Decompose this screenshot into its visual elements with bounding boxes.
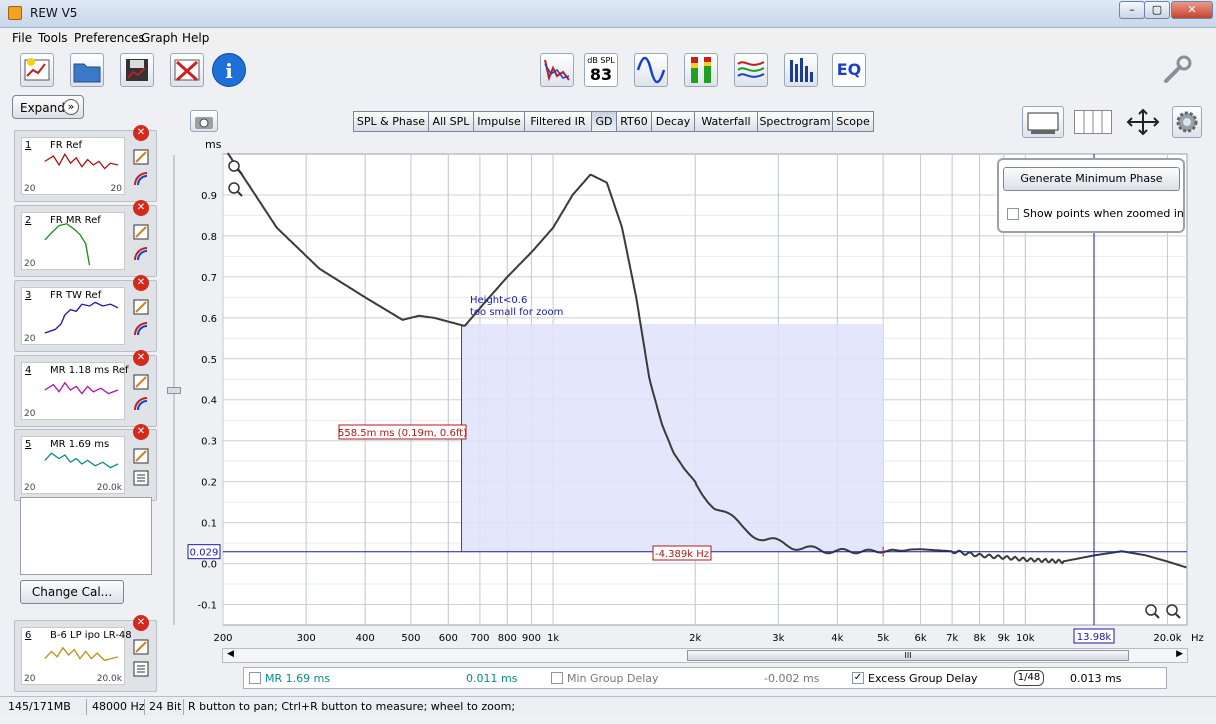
graph-controls-panel: Generate Minimum Phase Show points when … [997,158,1185,233]
x-tick-label: 9k [998,633,1010,644]
horizontal-scrollbar[interactable]: ◀ III ▶ [222,648,1188,663]
status-hint: R button to pan; Ctrl+R button to measur… [188,700,516,713]
scroll-thumb[interactable]: III [687,650,1129,661]
legend-excess-value: 0.013 ms [1070,672,1122,685]
x-tick-label: 500 [401,633,420,644]
x-tick-label: 900 [522,633,541,644]
show-points-checkbox[interactable] [1007,208,1019,220]
x-cursor-label: 13.98k [1077,632,1112,643]
status-bar: 145/171MB 48000 Hz 24 Bit R button to pa… [0,696,1216,716]
y-tick-label: -0.1 [197,601,217,612]
legend-meas-name: MR 1.69 ms [265,672,331,685]
x-tick-label: 700 [470,633,489,644]
meas-checkbox[interactable] [249,672,261,684]
height-warning-line2: too small for zoom [470,307,563,318]
x-tick-label: 200 [213,633,232,644]
legend-min-gd-value: -0.002 ms [764,672,820,685]
legend-min-gd-label: Min Group Delay [567,672,659,685]
y-tick-label: 0.3 [201,437,217,448]
x-tick-label: 3k [772,633,784,644]
y-cursor-label: 0.029 [190,548,219,559]
y-tick-label: 0.9 [201,191,217,202]
x-axis-unit: Hz [1191,633,1204,644]
legend-bar: MR 1.69 ms 0.011 ms Min Group Delay -0.0… [243,667,1167,689]
y-tick-label: 0.5 [201,355,217,366]
y-tick-label: 0.1 [201,519,217,530]
status-divider [86,699,87,715]
x-tick-label: 2k [689,633,701,644]
x-tick-label: 6k [914,633,926,644]
y-tick-label: 0.7 [201,273,217,284]
x-tick-label: 1k [547,633,559,644]
group-delay-plot[interactable]: 0.9 0.8 0.7 0.6 0.5 0.4 0.3 0.2 0.1 0.0 -0.1 200 300… [0,0,1216,724]
x-tick-label: 7k [946,633,958,644]
status-sample-rate: 48000 Hz [92,700,145,713]
status-divider [144,699,145,715]
smoothing-button[interactable]: 1/48 [1014,670,1044,686]
x-tick-label: 20.0k [1153,633,1181,644]
x-tick-label: 8k [973,633,985,644]
generate-minimum-phase-button[interactable]: Generate Minimum Phase [1003,167,1180,191]
status-memory: 145/171MB [8,700,71,713]
delta-label: -4.389k Hz [655,549,709,560]
x-tick-label: 10k [1016,633,1035,644]
x-tick-label: 800 [498,633,517,644]
x-tick-label: 300 [297,633,316,644]
zoom-selection-rect [461,323,884,552]
y-tick-label: 0.2 [201,478,217,489]
y-tick-label: 0.8 [201,232,217,243]
status-bit-depth: 24 Bit [149,700,182,713]
x-tick-label: 4k [831,633,843,644]
y-tick-label: 0.4 [201,396,217,407]
legend-excess-gd-label: Excess Group Delay [868,672,978,685]
show-points-label: Show points when zoomed in [1023,207,1184,220]
scroll-right-arrow[interactable]: ▶ [1176,649,1183,659]
x-tick-label: 5k [877,633,889,644]
height-warning-line1: Height<0.6 [470,295,527,306]
status-divider [183,699,184,715]
legend-meas-value: 0.011 ms [466,672,518,685]
y-tick-label: 0.0 [201,560,217,571]
min-gd-checkbox[interactable] [551,672,563,684]
measure-label: 558.5m ms (0.19m, 0.6ft) [338,428,467,439]
x-tick-label: 400 [356,633,375,644]
scroll-left-arrow[interactable]: ◀ [227,649,234,659]
excess-gd-checkbox[interactable]: ✓ [852,672,864,684]
y-tick-label: 0.6 [201,314,217,325]
x-tick-label: 600 [439,633,458,644]
